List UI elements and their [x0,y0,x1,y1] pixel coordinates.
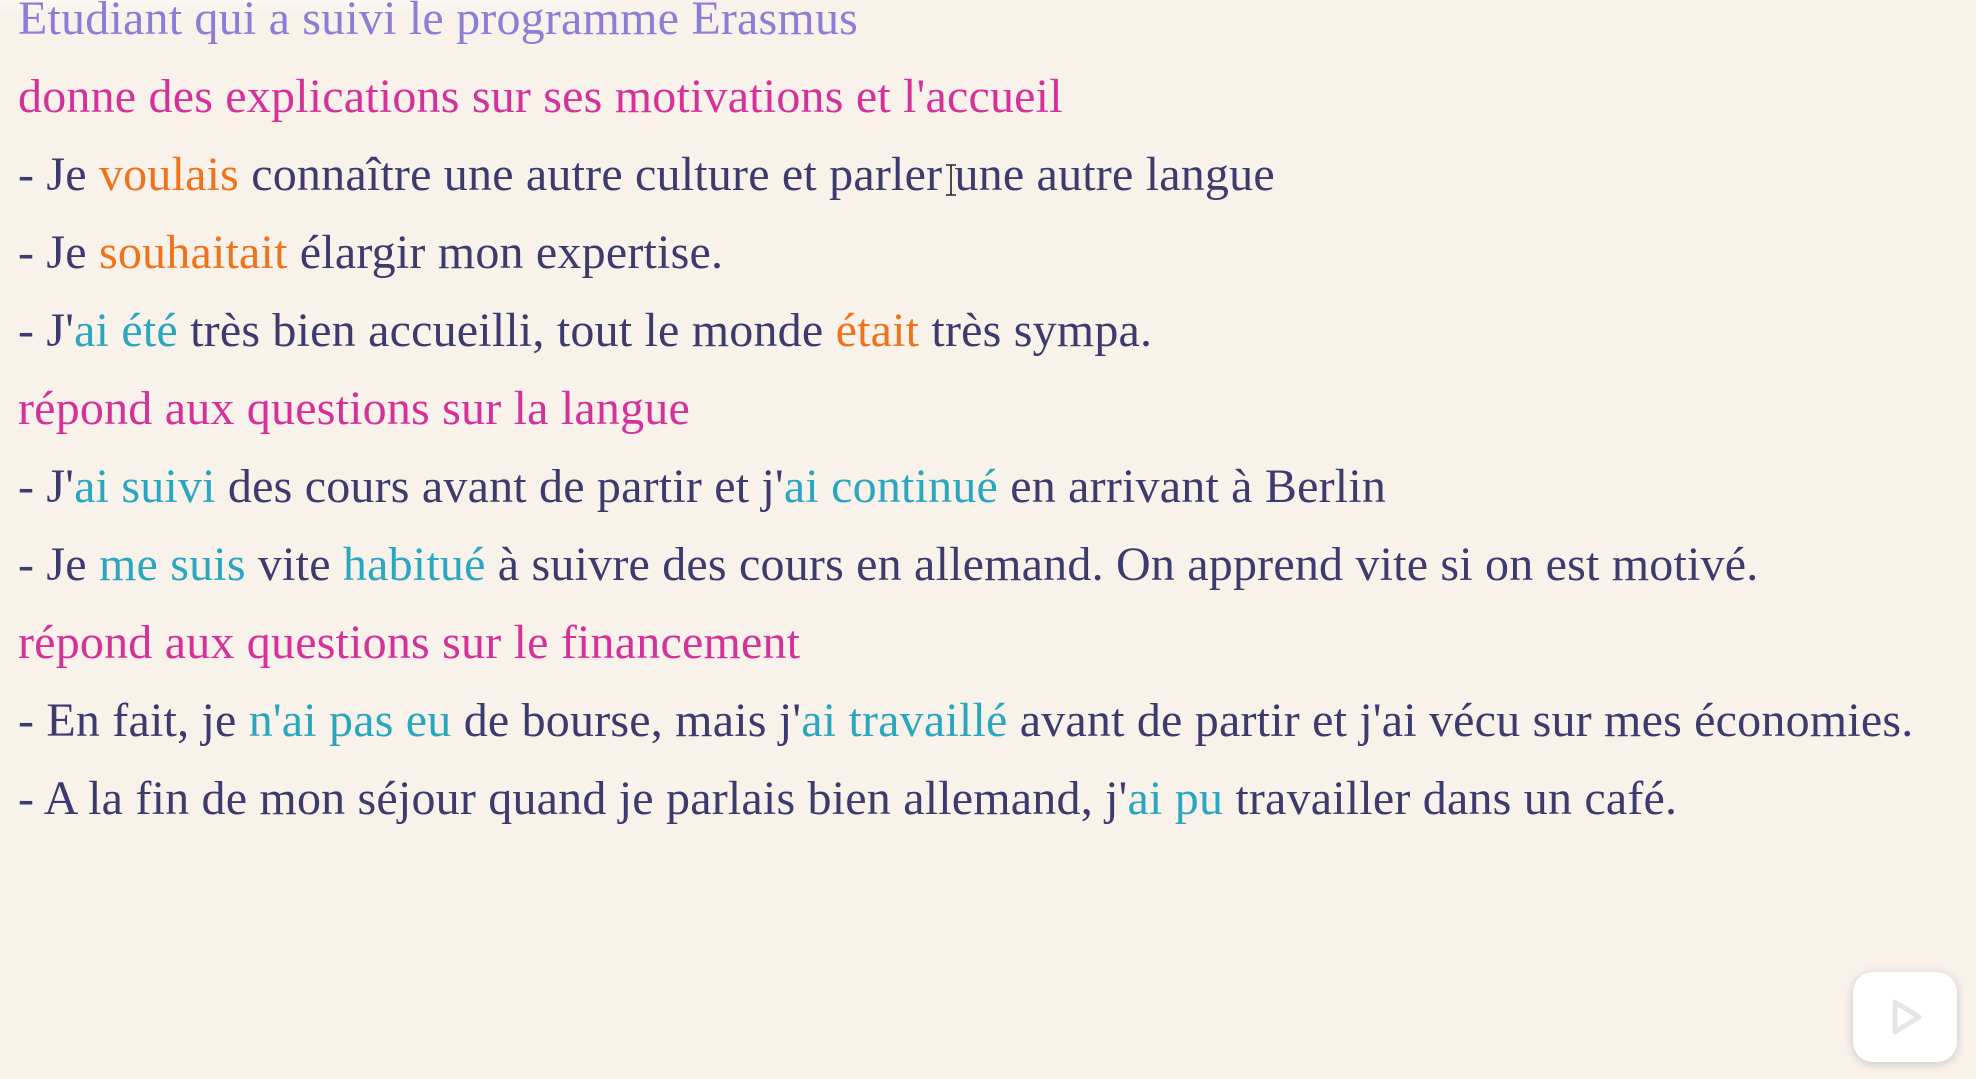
play-icon [1892,999,1922,1035]
text-segment: à suivre des cours en allemand. On appre… [485,538,1759,591]
sentence-line: - Je me suis vite habitué à suivre des c… [18,526,1958,604]
sentence-line: - J'ai suivi des cours avant de partir e… [18,448,1958,526]
highlighted-verb: ai pu [1127,772,1224,825]
sentence-line: - Je souhaitait élargir mon expertise. [18,214,1958,292]
text-segment: travailler dans un café. [1223,772,1678,825]
highlighted-verb: ai continué [783,460,999,513]
text-segment: donne des explications sur ses motivatio… [18,70,1063,123]
text-segment: - Je [18,148,99,201]
document-title: Etudiant qui a suivi le programme Erasmu… [18,0,859,45]
play-button[interactable] [1853,972,1957,1062]
sentence-line: - A la fin de mon séjour quand je parlai… [18,760,1958,838]
text-segment: très sympa. [919,304,1153,357]
text-cursor-icon [946,164,956,196]
highlighted-verb: souhaitait [98,226,288,279]
text-segment: de bourse, mais j' [451,694,802,747]
text-segment: connaître une autre culture et parler un… [239,148,1275,201]
highlighted-verb: n'ai pas eu [248,694,452,747]
sentence-line: - Je voulais connaître une autre culture… [18,136,1958,214]
document: Etudiant qui a suivi le programme Erasmu… [18,0,1958,838]
text-segment: élargir mon expertise. [287,226,724,279]
highlighted-verb: me suis [98,538,246,591]
text-segment: avant de partir et j'ai vécu sur mes éco… [1007,694,1914,747]
section-heading: donne des explications sur ses motivatio… [18,58,1958,136]
text-segment: très bien accueilli, tout le monde [177,304,836,357]
highlighted-verb: habitué [342,538,486,591]
text-segment: - En fait, je [18,694,249,747]
text-segment: répond aux questions sur le financement [18,616,801,669]
text-segment: - A la fin de mon séjour quand je parlai… [18,772,1128,825]
sentence-line: - J'ai été très bien accueilli, tout le … [18,292,1958,370]
text-segment: - Je [18,538,99,591]
section-heading: répond aux questions sur le financement [18,604,1958,682]
highlighted-verb: ai été [74,304,178,357]
document-lines: donne des explications sur ses motivatio… [18,58,1958,838]
highlighted-verb: était [835,304,920,357]
text-segment: répond aux questions sur la langue [18,382,690,435]
text-segment: - J' [18,460,75,513]
text-segment: - J' [18,304,75,357]
text-segment: - Je [18,226,99,279]
highlighted-verb: ai suivi [74,460,216,513]
highlighted-verb: ai travaillé [801,694,1008,747]
sentence-line: - En fait, je n'ai pas eu de bourse, mai… [18,682,1958,760]
text-segment: vite [245,538,343,591]
highlighted-verb: voulais [98,148,240,201]
text-segment: en arrivant à Berlin [998,460,1387,513]
text-segment: des cours avant de partir et j' [215,460,784,513]
section-heading: répond aux questions sur la langue [18,370,1958,448]
